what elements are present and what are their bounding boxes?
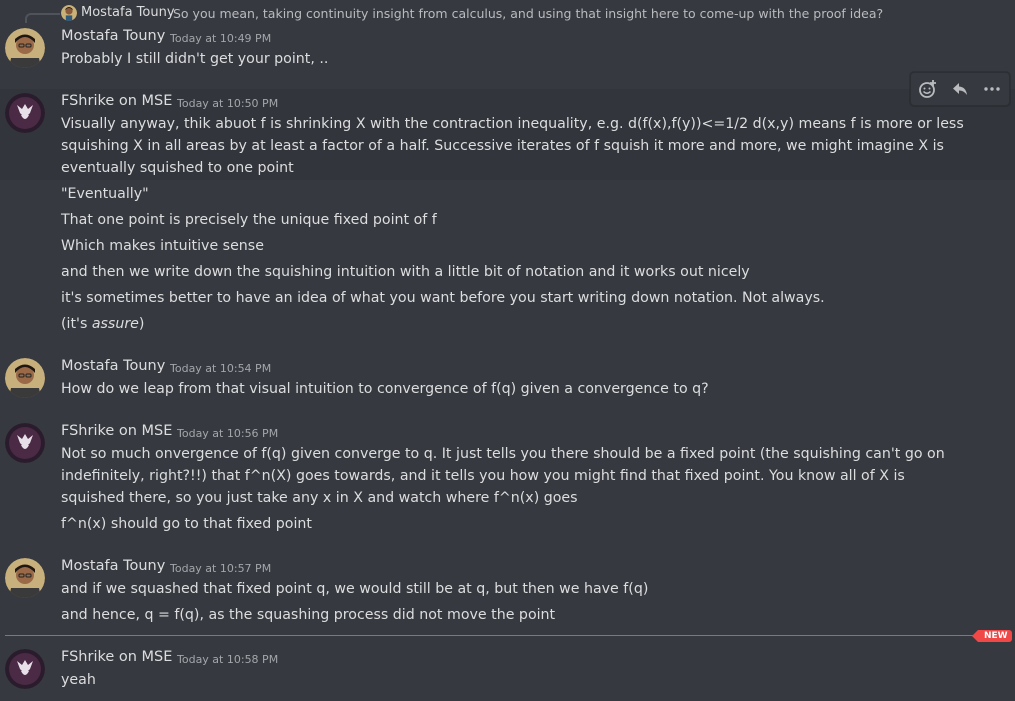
italic-text: assure: [91, 316, 139, 332]
message-line: Probably I still didn't get your point, …: [61, 51, 329, 67]
reply-icon: [953, 83, 967, 95]
timestamp[interactable]: Today at 10:54 PM: [170, 362, 271, 375]
reply-button[interactable]: [944, 73, 976, 105]
message-line: yeah: [61, 672, 96, 688]
username[interactable]: FShrike on MSE: [61, 93, 172, 109]
username[interactable]: FShrike on MSE: [61, 423, 172, 439]
reply-preview-text[interactable]: So you mean, taking continuity insight f…: [173, 6, 883, 21]
message-line: How do we leap from that visual intuitio…: [61, 381, 709, 397]
new-badge: NEW: [972, 630, 1012, 642]
message-line: That one point is precisely the unique f…: [61, 212, 437, 228]
message-line: and then we write down the squishing int…: [61, 264, 750, 280]
message-line: f^n(x) should go to that fixed point: [61, 516, 312, 532]
text-prefix: (it's: [61, 316, 92, 332]
avatar[interactable]: [5, 558, 45, 598]
message-action-toolbar: [910, 72, 1010, 106]
avatar[interactable]: [5, 28, 45, 68]
text-suffix: ): [138, 316, 145, 332]
username[interactable]: Mostafa Touny: [61, 558, 165, 574]
message-line: Which makes intuitive sense: [61, 238, 264, 254]
message-line: Visually anyway, thik abuot f is shrinki…: [61, 116, 964, 176]
reply-avatar[interactable]: [61, 5, 77, 21]
username[interactable]: Mostafa Touny: [61, 358, 165, 374]
avatar[interactable]: [5, 423, 45, 463]
username[interactable]: FShrike on MSE: [61, 649, 172, 665]
avatar[interactable]: [5, 93, 45, 133]
avatar[interactable]: [5, 358, 45, 398]
username[interactable]: Mostafa Touny: [61, 28, 165, 44]
timestamp[interactable]: Today at 10:58 PM: [177, 653, 278, 666]
message-line: it's sometimes better to have an idea of…: [61, 290, 825, 306]
message-line: and hence, q = f(q), as the squashing pr…: [61, 607, 556, 623]
message-line-italic: (it's assure): [61, 313, 144, 335]
reply-author[interactable]: Mostafa Touny: [81, 5, 175, 20]
avatar[interactable]: [5, 649, 45, 689]
new-messages-divider: [5, 635, 1005, 636]
message-line: and if we squashed that fixed point q, w…: [61, 581, 649, 597]
add-reaction-button[interactable]: [912, 73, 944, 105]
message-line: "Eventually": [61, 186, 149, 202]
message-line: Not so much onvergence of f(q) given con…: [61, 446, 945, 506]
timestamp[interactable]: Today at 10:57 PM: [170, 562, 271, 575]
reply-spine: [25, 13, 60, 23]
add-reaction-icon: [919, 80, 936, 98]
timestamp[interactable]: Today at 10:50 PM: [177, 97, 278, 110]
timestamp[interactable]: Today at 10:49 PM: [170, 32, 271, 45]
more-options-button[interactable]: [976, 73, 1008, 105]
more-options-icon: [984, 87, 1000, 91]
timestamp[interactable]: Today at 10:56 PM: [177, 427, 278, 440]
